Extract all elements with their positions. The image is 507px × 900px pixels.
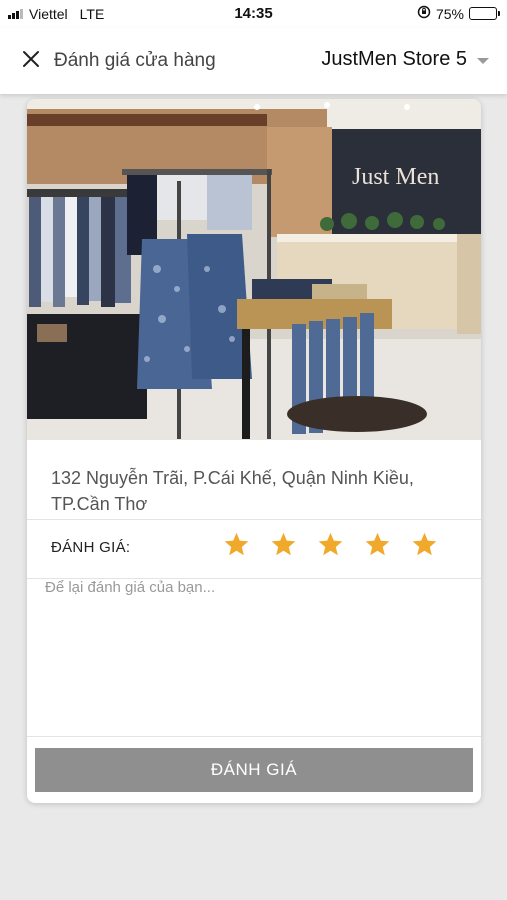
divider (27, 736, 481, 737)
page-title: Đánh giá cửa hàng (54, 50, 216, 71)
star-rating[interactable] (223, 531, 438, 558)
star-icon[interactable] (223, 531, 250, 558)
store-photo: Just Men (27, 99, 481, 440)
chevron-down-icon (477, 57, 489, 64)
star-icon[interactable] (270, 531, 297, 558)
store-review-card: Just Men 132 Nguyễn Trãi, P.Cái Khế, Quậ… (27, 99, 481, 803)
star-icon[interactable] (364, 531, 391, 558)
orientation-lock-icon (417, 5, 431, 22)
rating-label: ĐÁNH GIÁ: (51, 539, 131, 556)
battery-percent: 75% (435, 5, 464, 22)
status-bar: Viettel LTE 14:35 75% (0, 0, 507, 28)
battery-icon (469, 7, 500, 20)
divider (27, 519, 481, 520)
app-header: Đánh giá cửa hàng JustMen Store 5 (0, 28, 507, 94)
store-address: 132 Nguyễn Trãi, P.Cái Khế, Quận Ninh Ki… (51, 468, 414, 514)
store-selector-value: JustMen Store 5 (321, 48, 467, 70)
star-icon[interactable] (317, 531, 344, 558)
review-textarea[interactable] (45, 579, 465, 729)
status-right: 75% (417, 5, 500, 22)
store-selector[interactable]: JustMen Store 5 (321, 48, 489, 71)
store-sign-text: Just Men (352, 164, 439, 190)
submit-review-button[interactable]: ĐÁNH GIÁ (35, 748, 473, 792)
star-icon[interactable] (411, 531, 438, 558)
close-icon[interactable] (18, 46, 44, 72)
